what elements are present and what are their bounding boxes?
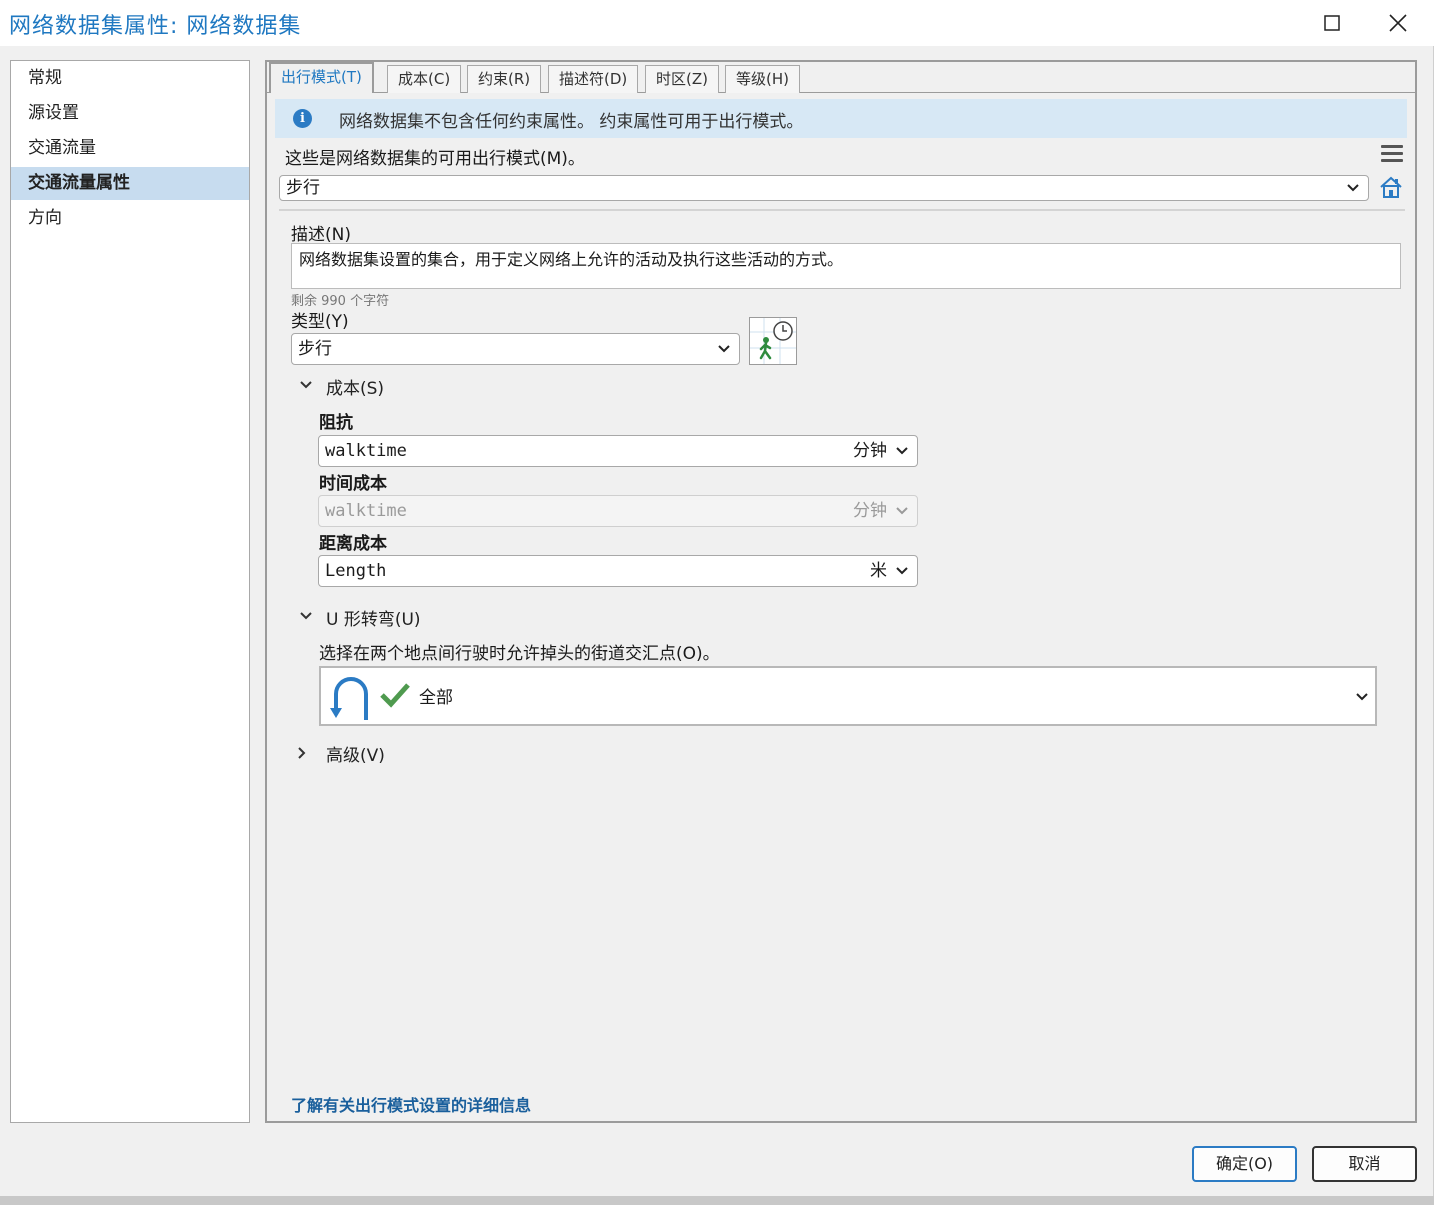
uturn-policy-select[interactable]: 全部 xyxy=(319,666,1377,726)
distance-cost-label: 距离成本 xyxy=(319,534,387,554)
chevron-down-icon xyxy=(896,447,908,455)
uturn-section-header[interactable]: U 形转弯(U) xyxy=(326,605,421,630)
nav-item-general[interactable]: 常规 xyxy=(11,62,249,95)
window-title: 网络数据集属性: 网络数据集 xyxy=(9,14,302,39)
time-cost-value: walktime xyxy=(325,501,407,521)
type-value: 步行 xyxy=(298,339,332,359)
costs-section-header[interactable]: 成本(S) xyxy=(326,374,384,399)
collapse-uturn-icon[interactable] xyxy=(299,611,313,621)
close-icon xyxy=(1389,14,1407,32)
time-cost-select: walktime 分钟 xyxy=(318,495,918,527)
time-cost-label: 时间成本 xyxy=(319,474,387,494)
info-icon: i xyxy=(293,109,312,128)
uturn-arrow-icon xyxy=(330,677,368,720)
nav-item-source-settings[interactable]: 源设置 xyxy=(11,97,249,130)
nav-item-directions[interactable]: 方向 xyxy=(11,202,249,235)
category-nav: 常规 源设置 交通流量 交通流量属性 方向 xyxy=(10,60,250,1123)
tab-hierarchy[interactable]: 等级(H) xyxy=(725,65,800,93)
title-bar[interactable]: 网络数据集属性: 网络数据集 xyxy=(0,0,1434,46)
travel-mode-image-button[interactable] xyxy=(749,317,797,365)
tab-costs[interactable]: 成本(C) xyxy=(387,65,462,93)
description-value: 网络数据集设置的集合，用于定义网络上允许的活动及执行这些活动的方式。 xyxy=(299,250,844,269)
distance-cost-value: Length xyxy=(325,561,387,581)
chevron-down-icon xyxy=(896,567,908,575)
tab-travel-modes[interactable]: 出行模式(T) xyxy=(269,62,374,93)
menu-button[interactable] xyxy=(1381,145,1403,165)
impedance-unit: 分钟 xyxy=(853,441,887,461)
travel-mode-panel: 出行模式(T) 成本(C) 约束(R) 描述符(D) 时区(Z) 等级(H) i… xyxy=(265,60,1417,1123)
menu-icon xyxy=(1381,145,1403,148)
collapse-costs-icon[interactable] xyxy=(299,380,313,390)
travel-mode-value: 步行 xyxy=(286,178,320,198)
time-cost-unit: 分钟 xyxy=(853,501,887,521)
type-select[interactable]: 步行 xyxy=(291,333,740,365)
type-label: 类型(Y) xyxy=(291,312,349,332)
default-mode-home-icon[interactable] xyxy=(1379,175,1403,199)
ok-button[interactable]: 确定(O) xyxy=(1192,1146,1297,1182)
distance-cost-select[interactable]: Length 米 xyxy=(318,555,918,587)
info-message: 网络数据集不包含任何约束属性。 约束属性可用于出行模式。 xyxy=(339,112,804,132)
description-textarea[interactable]: 网络数据集设置的集合，用于定义网络上允许的活动及执行这些活动的方式。 xyxy=(291,243,1401,289)
chevron-down-icon xyxy=(1347,184,1359,192)
distance-cost-unit: 米 xyxy=(870,561,887,581)
tab-restrictions[interactable]: 约束(R) xyxy=(467,65,542,93)
nav-item-travel-attributes[interactable]: 交通流量属性 xyxy=(11,167,249,200)
chevron-down-icon xyxy=(1356,693,1368,701)
uturn-value: 全部 xyxy=(419,688,453,708)
description-label: 描述(N) xyxy=(291,225,351,245)
close-button[interactable] xyxy=(1366,0,1430,46)
maximize-icon xyxy=(1324,15,1340,31)
tab-descriptors[interactable]: 描述符(D) xyxy=(548,65,639,93)
info-banner: i 网络数据集不包含任何约束属性。 约束属性可用于出行模式。 xyxy=(275,99,1407,138)
nav-item-travel-flow[interactable]: 交通流量 xyxy=(11,132,249,165)
chevron-down-icon xyxy=(718,345,730,353)
travel-modes-label: 这些是网络数据集的可用出行模式(M)。 xyxy=(285,149,585,169)
impedance-select[interactable]: walktime 分钟 xyxy=(318,435,918,467)
advanced-section-header[interactable]: 高级(V) xyxy=(326,741,385,766)
learn-more-link[interactable]: 了解有关出行模式设置的详细信息 xyxy=(291,1092,531,1116)
impedance-label: 阻抗 xyxy=(319,413,353,433)
dialog-window: 网络数据集属性: 网络数据集 常规 源设置 交通流量 交通流量属性 方向 出行模… xyxy=(0,0,1434,1196)
uturn-prompt: 选择在两个地点间行驶时允许掉头的街道交汇点(O)。 xyxy=(319,644,720,664)
maximize-button[interactable] xyxy=(1300,0,1364,46)
background-strip xyxy=(0,1196,1434,1205)
check-icon xyxy=(380,683,410,708)
impedance-value: walktime xyxy=(325,441,407,461)
section-divider xyxy=(279,209,1405,211)
walker-clock-icon xyxy=(750,318,796,364)
cancel-button[interactable]: 取消 xyxy=(1312,1146,1417,1182)
expand-advanced-icon[interactable] xyxy=(297,746,307,760)
chevron-down-icon xyxy=(896,507,908,515)
tab-time-zones[interactable]: 时区(Z) xyxy=(645,65,719,93)
travel-mode-select[interactable]: 步行 xyxy=(279,175,1369,201)
